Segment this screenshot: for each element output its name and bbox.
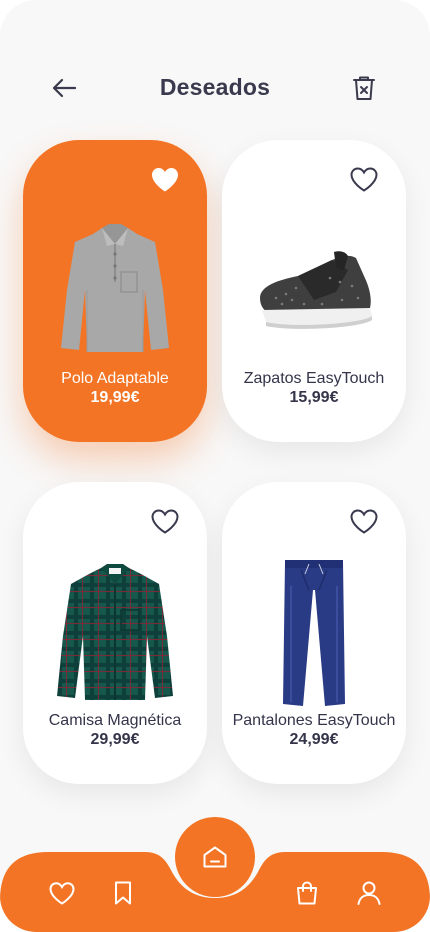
product-price: 19,99€	[90, 389, 140, 406]
product-name: Zapatos EasyTouch	[243, 370, 385, 387]
green-plaid-shirt-image	[57, 564, 173, 700]
product-price: 15,99€	[289, 389, 339, 406]
product-card[interactable]: Camisa Magnética 29,99€	[23, 482, 207, 784]
product-image	[23, 220, 207, 356]
product-name: Pantalones EasyTouch	[232, 712, 396, 729]
shopping-bag-icon	[297, 881, 317, 905]
product-card[interactable]: Zapatos EasyTouch 15,99€	[222, 140, 406, 442]
product-price: 24,99€	[289, 731, 339, 748]
heart-outline-icon	[151, 508, 179, 534]
heart-outline-icon	[350, 508, 378, 534]
product-price: 29,99€	[90, 731, 140, 748]
black-knit-sneaker-image	[260, 251, 372, 329]
product-image	[222, 556, 406, 708]
trash-icon	[353, 76, 375, 100]
navy-track-pants-image	[283, 560, 345, 706]
product-card[interactable]: Pantalones EasyTouch 24,99€	[222, 482, 406, 784]
product-image	[222, 248, 406, 334]
nav-profile[interactable]	[349, 873, 389, 913]
delete-button[interactable]	[344, 70, 384, 106]
product-image	[23, 562, 207, 700]
product-name: Camisa Magnética	[48, 712, 182, 729]
home-icon	[203, 846, 227, 868]
product-name: Polo Adaptable	[61, 370, 169, 387]
grey-polo-shirt-image	[61, 224, 169, 352]
bookmark-icon	[115, 881, 131, 905]
heart-icon	[49, 881, 75, 905]
header: Deseados	[0, 60, 430, 116]
nav-home-button[interactable]	[175, 817, 255, 897]
favorite-button[interactable]	[149, 164, 181, 194]
nav-saved[interactable]	[103, 873, 143, 913]
user-icon	[357, 881, 381, 905]
heart-outline-icon	[350, 166, 378, 192]
product-card[interactable]: Polo Adaptable 19,99€	[23, 140, 207, 442]
nav-wishlist[interactable]	[42, 873, 82, 913]
favorite-button[interactable]	[348, 164, 380, 194]
favorite-button[interactable]	[348, 506, 380, 536]
wishlist-screen: Deseados Polo Adaptable 19,99€ Zapatos E…	[0, 0, 430, 932]
favorite-button[interactable]	[149, 506, 181, 536]
nav-cart[interactable]	[287, 873, 327, 913]
heart-filled-icon	[152, 167, 178, 191]
